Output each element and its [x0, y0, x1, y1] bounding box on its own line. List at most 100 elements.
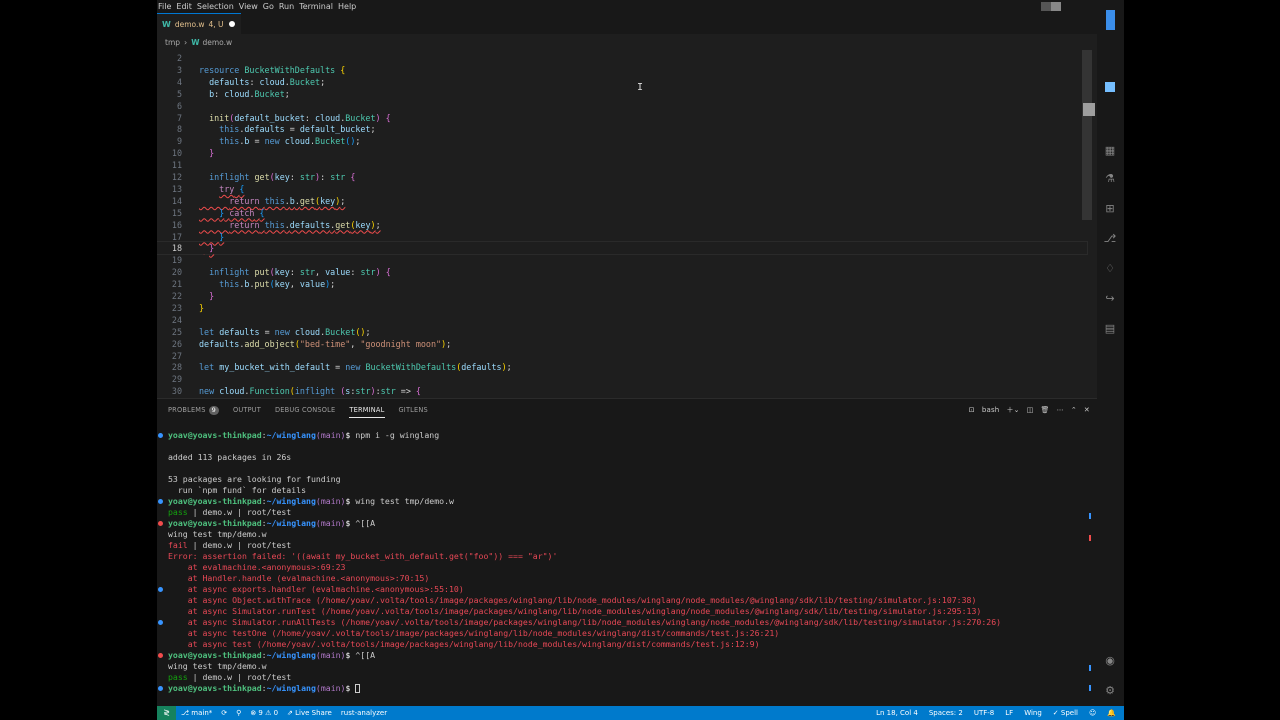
code-line[interactable]: 8 this.defaults = default_bucket;	[157, 123, 1087, 135]
add-terminal-icon[interactable]: ＋⌄	[1006, 405, 1019, 415]
code-line[interactable]: 15 } catch {	[157, 207, 1087, 219]
code-line[interactable]: 16 return this.defaults.get(key);	[157, 219, 1087, 231]
menu-selection[interactable]: Selection	[195, 2, 237, 11]
command-decoration-icon[interactable]	[158, 587, 163, 592]
code-line[interactable]: 30 new cloud.Function(inflight (s:str):st…	[157, 385, 1087, 397]
code-line[interactable]: 13 try {	[157, 183, 1087, 195]
line-number: 10	[171, 148, 182, 159]
extensions-icon[interactable]: ▦	[1103, 144, 1117, 158]
tab-status: 4, U	[208, 19, 224, 29]
line-number: 29	[171, 374, 182, 385]
code-line[interactable]: 2	[157, 52, 1087, 64]
code-text: this.defaults = default_bucket;	[219, 124, 376, 135]
code-line[interactable]: 10 }	[157, 147, 1087, 159]
command-decoration-icon[interactable]	[158, 686, 163, 691]
menu-view[interactable]: View	[237, 2, 261, 11]
code-line[interactable]: 17 }	[157, 231, 1087, 243]
line-ending[interactable]: LF	[1005, 709, 1013, 717]
account-icon[interactable]: ◉	[1103, 654, 1117, 668]
editor-scrollbar-thumb[interactable]	[1083, 103, 1095, 116]
close-panel-icon[interactable]: ✕	[1084, 406, 1090, 414]
code-line[interactable]: 4 defaults: cloud.Bucket;	[157, 76, 1087, 88]
code-line[interactable]: 7 init(default_bucket: cloud.Bucket) {	[157, 112, 1087, 124]
code-line[interactable]: 11	[157, 159, 1087, 171]
maximize-panel-icon[interactable]: ⌃	[1071, 406, 1077, 414]
notebook-icon[interactable]: ▤	[1103, 322, 1117, 336]
live-share-icon[interactable]: ↪	[1103, 292, 1117, 306]
menu-edit[interactable]: Edit	[174, 2, 195, 11]
tab-demo-w[interactable]: W demo.w 4, U	[157, 13, 241, 34]
code-line[interactable]: 20 inflight put(key: str, value: str) {	[157, 266, 1087, 278]
language-mode[interactable]: Wing	[1024, 709, 1042, 717]
search-icon[interactable]	[1105, 82, 1115, 92]
tab-problems[interactable]: PROBLEMS 9	[168, 399, 219, 421]
live-share-status[interactable]: ⇗ Live Share	[287, 709, 332, 717]
trash-icon[interactable]: 🗑	[1041, 406, 1050, 414]
code-line[interactable]: 29	[157, 373, 1087, 385]
menu-terminal[interactable]: Terminal	[297, 2, 336, 11]
code-editor[interactable]: 2 3 resource BucketWithDefaults {4 default…	[157, 50, 1097, 397]
ports-icon[interactable]: ⚲	[236, 709, 241, 717]
code-line[interactable]: 26 defaults.add_object("bed-time", "goodn…	[157, 338, 1087, 350]
command-decoration-icon[interactable]	[158, 620, 163, 625]
notifications-icon[interactable]: 🔔	[1107, 709, 1116, 717]
code-line[interactable]: 21 this.b.put(key, value);	[157, 278, 1087, 290]
command-decoration-icon[interactable]	[158, 499, 163, 504]
feedback-icon[interactable]: ☺	[1089, 709, 1096, 717]
shell-name[interactable]: bash	[982, 406, 1000, 414]
code-line[interactable]: 12 inflight get(key: str): str {	[157, 171, 1087, 183]
encoding[interactable]: UTF-8	[974, 709, 994, 717]
git-icon[interactable]: ⎇	[1103, 232, 1117, 246]
files-icon[interactable]	[1106, 10, 1115, 30]
tab-debug-console[interactable]: DEBUG CONSOLE	[275, 399, 335, 421]
window-controls[interactable]	[1041, 2, 1061, 11]
minimap[interactable]	[1082, 50, 1092, 220]
split-terminal-icon[interactable]: ◫	[1027, 406, 1034, 414]
menu-run[interactable]: Run	[277, 2, 297, 11]
code-line[interactable]: 24	[157, 314, 1087, 326]
code-line[interactable]: 14 return this.b.get(key);	[157, 195, 1087, 207]
code-text: inflight put(key: str, value: str) {	[209, 267, 391, 278]
command-decoration-icon[interactable]	[158, 521, 163, 526]
code-line[interactable]: 18 }	[157, 241, 1088, 256]
code-line[interactable]: 23}	[157, 302, 1087, 314]
command-decoration-icon[interactable]	[158, 653, 163, 658]
line-number: 22	[171, 291, 182, 301]
more-icon[interactable]: ⋯	[1057, 406, 1064, 414]
command-decoration-icon[interactable]	[158, 433, 163, 438]
code-line[interactable]: 5 b: cloud.Bucket;	[157, 88, 1087, 100]
problems-status[interactable]: ⊗ 9 ⚠ 0	[250, 709, 278, 717]
breadcrumb-folder[interactable]: tmp	[165, 38, 180, 47]
balloon-icon[interactable]: ♢	[1103, 262, 1117, 276]
remote-indicator-icon[interactable]: ≷	[157, 706, 176, 720]
code-line[interactable]: 22 }	[157, 290, 1087, 302]
gear-icon[interactable]: ⚙	[1103, 684, 1117, 698]
spell-check-status[interactable]: ✓ Spell	[1053, 709, 1078, 717]
line-number: 26	[171, 338, 182, 349]
rust-analyzer-status[interactable]: rust-analyzer	[341, 709, 387, 717]
code-line[interactable]: 6	[157, 100, 1087, 112]
code-line[interactable]: 3 resource BucketWithDefaults {	[157, 64, 1087, 76]
menu-go[interactable]: Go	[261, 2, 277, 11]
indentation[interactable]: Spaces: 2	[929, 709, 963, 717]
breadcrumb-file[interactable]: demo.w	[203, 38, 233, 47]
flask-icon[interactable]: ⚗	[1103, 172, 1117, 186]
tab-gitlens[interactable]: GITLENS	[399, 399, 428, 421]
code-line[interactable]: 28 let my_bucket_with_default = new Bucke…	[157, 361, 1087, 373]
menu-help[interactable]: Help	[336, 2, 359, 11]
tab-output[interactable]: OUTPUT	[233, 399, 261, 421]
tab-terminal[interactable]: TERMINAL	[349, 399, 385, 421]
code-line[interactable]: 9 this.b = new cloud.Bucket();	[157, 135, 1087, 147]
remote-explorer-icon[interactable]: ⊞	[1103, 202, 1117, 216]
code-line[interactable]: 25 let defaults = new cloud.Bucket();	[157, 326, 1087, 338]
terminal-line: yoav@yoavs-thinkpad:~/winglang(main)$	[168, 683, 361, 694]
unsaved-dot-icon[interactable]	[229, 21, 235, 27]
sync-icon[interactable]: ⟳	[221, 709, 227, 717]
cursor-position[interactable]: Ln 18, Col 4	[876, 709, 918, 717]
code-line[interactable]: 19	[157, 254, 1087, 266]
terminal-output[interactable]: yoav@yoavs-thinkpad:~/winglang(main)$ np…	[157, 421, 1097, 707]
menu-file[interactable]: File	[157, 2, 174, 11]
branch-name: main*	[191, 709, 213, 717]
code-line[interactable]: 27	[157, 350, 1087, 362]
branch-status[interactable]: ⎇ main*	[181, 709, 212, 717]
